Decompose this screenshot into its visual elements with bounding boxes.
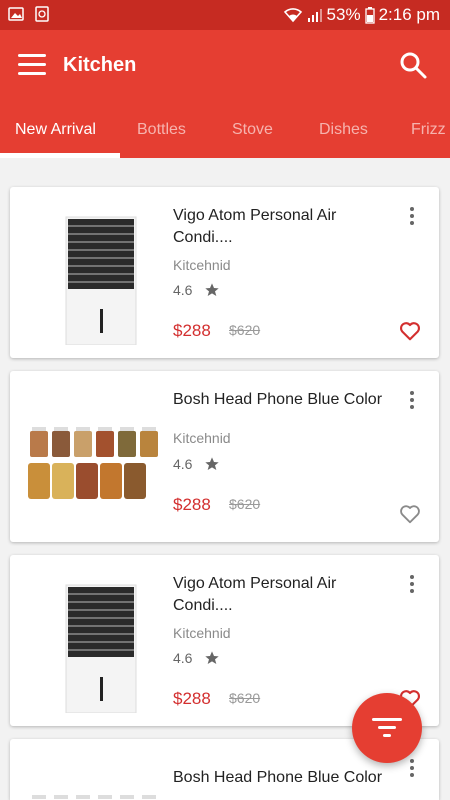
signal-icon [307, 9, 322, 22]
product-name[interactable]: Bosh Head Phone Blue Color [173, 767, 383, 789]
rating-value: 4.6 [173, 650, 193, 666]
product-old-price: $620 [229, 322, 261, 338]
product-rating: 4.6 [173, 282, 220, 298]
spice-jars-image [28, 427, 158, 499]
product-rating: 4.6 [173, 650, 220, 666]
product-brand: Kitcehnid [173, 430, 231, 446]
tab-frizz[interactable]: Frizz [411, 102, 446, 158]
filter-icon [372, 718, 402, 737]
air-cooler-image [65, 216, 137, 345]
category-tabs: New Arrival Bottles Stove Dishes Frizz [0, 102, 450, 158]
product-old-price: $620 [229, 496, 261, 512]
tab-stove[interactable]: Stove [232, 102, 273, 158]
gallery-icon [8, 7, 24, 21]
spice-jars-image [32, 795, 156, 799]
star-icon [205, 651, 220, 664]
clock: 2:16 pm [378, 5, 440, 24]
heart-icon[interactable] [399, 320, 421, 342]
star-icon [205, 457, 220, 470]
more-vert-icon[interactable] [407, 759, 417, 781]
product-name[interactable]: Vigo Atom Personal Air Condi.... [173, 573, 383, 617]
product-name[interactable]: Bosh Head Phone Blue Color [173, 389, 383, 411]
tab-new-arrival[interactable]: New Arrival [15, 102, 96, 158]
product-brand: Kitcehnid [173, 625, 231, 641]
more-vert-icon[interactable] [407, 575, 417, 597]
product-price: $288 [173, 689, 211, 708]
filter-button[interactable] [352, 693, 422, 763]
rating-value: 4.6 [173, 282, 193, 298]
status-bar: 53% 2:16 pm [0, 0, 450, 30]
product-brand: Kitcehnid [173, 257, 231, 273]
app-bar: Kitchen [0, 30, 450, 102]
product-name[interactable]: Vigo Atom Personal Air Condi.... [173, 205, 383, 249]
product-card[interactable]: Vigo Atom Personal Air Condi.... Kitcehn… [10, 187, 439, 358]
sync-icon [35, 6, 49, 22]
tab-indicator [0, 153, 120, 158]
battery-icon [364, 6, 375, 24]
product-price: $288 [173, 495, 211, 514]
more-vert-icon[interactable] [407, 391, 417, 413]
wifi-icon [283, 8, 302, 23]
battery-percent: 53% [326, 5, 361, 24]
search-icon[interactable] [398, 50, 428, 80]
menu-icon[interactable] [18, 54, 46, 78]
product-price: $288 [173, 321, 211, 340]
star-icon [205, 283, 220, 296]
more-vert-icon[interactable] [407, 207, 417, 229]
page-title: Kitchen [63, 54, 137, 76]
heart-icon[interactable] [399, 503, 421, 525]
product-old-price: $620 [229, 690, 261, 706]
product-card[interactable]: Bosh Head Phone Blue Color Kitcehnid 4.6… [10, 371, 439, 542]
product-rating: 4.6 [173, 456, 220, 472]
tab-bottles[interactable]: Bottles [137, 102, 186, 158]
tab-dishes[interactable]: Dishes [319, 102, 368, 158]
air-cooler-image [65, 584, 137, 713]
rating-value: 4.6 [173, 456, 193, 472]
